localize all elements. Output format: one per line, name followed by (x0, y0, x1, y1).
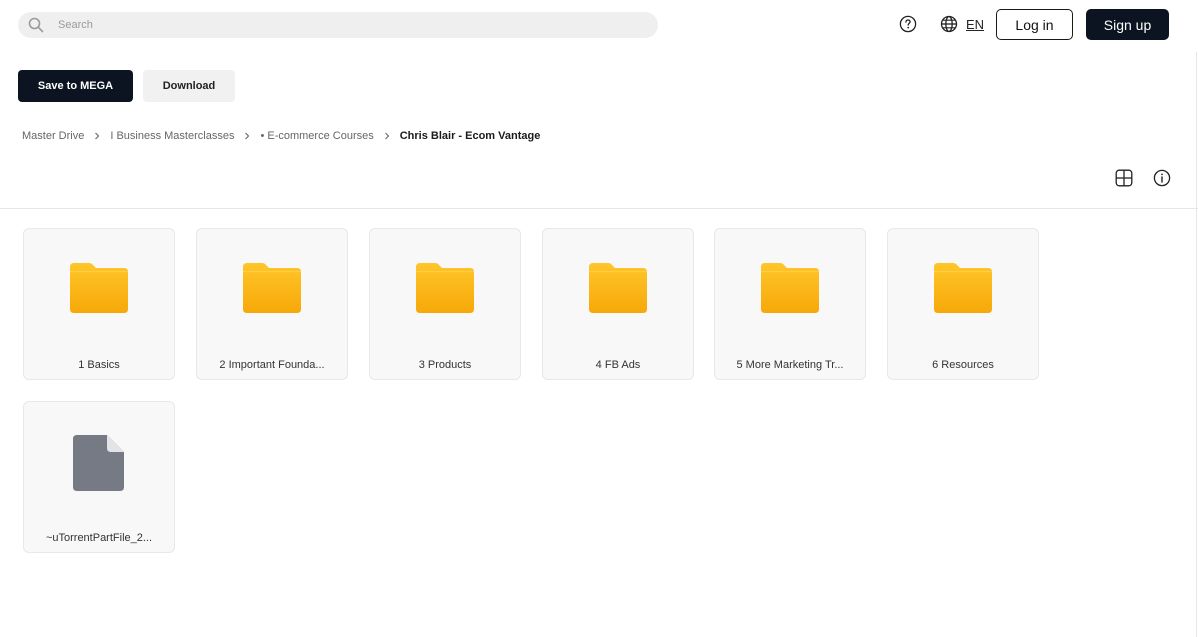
folder-tile[interactable]: 4 FB Ads (542, 228, 694, 380)
grid-view-icon (1115, 169, 1133, 187)
breadcrumb-item-current: Chris Blair - Ecom Vantage (399, 130, 541, 142)
folder-icon (761, 263, 819, 313)
help-circle-icon (899, 15, 917, 33)
item-name: ~uTorrentPartFile_2... (45, 532, 153, 544)
chevron-right-icon (84, 132, 110, 140)
info-button[interactable] (1153, 169, 1171, 187)
item-name: 1 Basics (78, 359, 120, 371)
info-icon (1153, 169, 1171, 187)
folder-tile[interactable]: 3 Products (369, 228, 521, 380)
download-button[interactable]: Download (143, 70, 235, 102)
folder-tile[interactable]: 5 More Marketing Tr... (714, 228, 866, 380)
content-divider (0, 208, 1198, 209)
globe-icon (940, 15, 958, 33)
search-input[interactable] (56, 18, 620, 32)
folder-tile[interactable]: 1 Basics (23, 228, 175, 380)
file-tile[interactable]: ~uTorrentPartFile_2... (23, 401, 175, 553)
save-to-mega-button[interactable]: Save to MEGA (18, 70, 133, 102)
top-bar: EN Log in Sign up (0, 0, 1198, 50)
item-name: 2 Important Founda... (219, 359, 325, 371)
language-code: EN (966, 16, 985, 32)
folder-icon (416, 263, 474, 313)
chevron-right-icon (234, 132, 260, 140)
folder-icon (70, 263, 128, 313)
search-bar[interactable] (18, 12, 658, 38)
folder-tile[interactable]: 2 Important Founda... (196, 228, 348, 380)
language-selector[interactable]: EN (940, 14, 984, 34)
help-button[interactable] (899, 15, 917, 33)
folder-tile[interactable]: 6 Resources (887, 228, 1039, 380)
login-button[interactable]: Log in (996, 9, 1073, 40)
breadcrumb-item-ecommerce-courses[interactable]: • E-commerce Courses (260, 130, 373, 142)
signup-button[interactable]: Sign up (1086, 9, 1169, 40)
grid-view-button[interactable] (1115, 169, 1133, 187)
item-name: 5 More Marketing Tr... (736, 359, 844, 371)
file-icon (73, 435, 124, 491)
item-name: 6 Resources (932, 359, 994, 371)
page-right-border (1196, 52, 1197, 637)
item-name: 3 Products (418, 359, 472, 371)
folder-icon (934, 263, 992, 313)
chevron-right-icon (374, 132, 400, 140)
breadcrumb-item-master-drive[interactable]: Master Drive (22, 130, 84, 142)
folder-icon (243, 263, 301, 313)
item-name: 4 FB Ads (595, 359, 641, 371)
breadcrumb-item-business-masterclasses[interactable]: I Business Masterclasses (110, 130, 234, 142)
breadcrumb: Master Drive I Business Masterclasses • … (22, 128, 540, 144)
folder-icon (589, 263, 647, 313)
search-icon (28, 17, 44, 33)
